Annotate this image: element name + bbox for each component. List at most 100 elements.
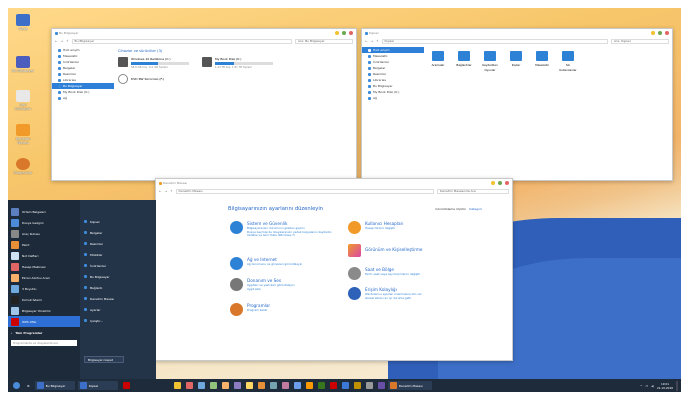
desktop-icon-control-panel[interactable]: Denetim Masası [11,124,35,145]
program-item[interactable]: WPS Ofisi [8,316,80,327]
place-item[interactable]: Belgeler [80,227,156,238]
desktop-icon-this-pc[interactable]: Bu Bilgisayar [11,56,35,73]
close-button[interactable] [505,181,509,185]
explorer-window-this-pc[interactable]: Bu Bilgisayar ← → ↑ Bu Bilgisayar Ara: B… [51,28,357,181]
up-arrow-icon[interactable]: ↑ [376,39,379,43]
pinned-app-icon[interactable] [197,382,205,389]
search-input[interactable]: Denetim Masasında Ara [437,188,509,194]
program-item[interactable]: Ekran Alıntısı Aracı [8,272,80,283]
place-item[interactable]: Çalıştır... [80,315,156,326]
pinned-app-icon[interactable] [221,382,229,389]
network-tray-icon[interactable]: ▭ [645,384,648,388]
forward-arrow-icon[interactable]: → [165,189,168,193]
pinned-app-icon[interactable] [353,382,361,389]
shutdown-button[interactable]: Bilgisayarı kapat [84,356,124,363]
clock[interactable]: 19:01 21.10.2016 [657,382,673,390]
address-field[interactable]: Bu Bilgisayar [71,38,292,44]
program-item[interactable]: Bilgisayar Yönetimi [8,305,80,316]
taskbar-app-control-panel[interactable]: Denetim Masası [387,381,432,390]
program-item[interactable]: Komut İstemi [8,294,80,305]
pinned-app-icon[interactable] [281,382,289,389]
folder-favorites[interactable]: Sık Kullanılanlar [558,51,578,72]
program-item[interactable]: Hesap Makinesi [8,261,80,272]
category-programs[interactable]: Programlar Program kaldır [230,303,342,316]
show-desktop-button[interactable] [676,380,678,391]
program-item[interactable]: Paint [8,239,80,250]
forward-arrow-icon[interactable]: → [371,39,374,43]
program-item[interactable]: Dosya Gezgini [8,217,80,228]
address-field[interactable]: Kişisel [381,38,608,44]
tray-chevron-icon[interactable]: ^ [640,384,643,388]
place-item[interactable]: Denetim Masası [80,293,156,304]
desktop-icon-masa[interactable]: Masa [11,14,35,31]
pinned-app-icon[interactable] [245,382,253,389]
category-user-accounts[interactable]: Kullanıcı Hesapları Hesap türünü değişti… [348,221,460,234]
taskbar-app-this-pc[interactable]: Bu Bilgisayar [34,381,75,390]
control-panel-window[interactable]: Denetim Masası ← → ↑ Denetim Masası Dene… [155,178,513,361]
pinned-app-icon[interactable] [329,382,337,389]
up-arrow-icon[interactable]: ↑ [66,39,69,43]
folder-links[interactable]: Bağlantılar [454,51,474,72]
pinned-app-icon[interactable] [305,382,313,389]
maximize-button[interactable] [658,31,662,35]
start-button[interactable] [11,381,22,390]
search-input[interactable]: Ara: Bu Bilgisayar [295,38,353,44]
drive-dvd[interactable]: DVD RW Sürücüsü (F:) [118,74,164,84]
pinned-app-icon[interactable] [317,382,325,389]
back-arrow-icon[interactable]: ← [365,39,368,43]
all-programs-button[interactable]: › Tüm Programlar [8,327,80,338]
program-item[interactable]: Not Defteri [8,250,80,261]
pinned-app-icon[interactable] [173,382,181,389]
pinned-app-icon[interactable] [233,382,241,389]
explorer-window-personal[interactable]: Kişisel ← → ↑ Kişisel Ara: Kişisel Hızlı… [361,28,673,181]
taskbar-app-personal[interactable]: Kişisel [77,381,118,390]
folder-contacts[interactable]: Kişiler [506,51,526,72]
start-search-input[interactable]: Programlarda ve dosyalarda ara [11,340,77,346]
close-button[interactable] [349,31,353,35]
pinned-app-icon[interactable] [185,382,193,389]
back-arrow-icon[interactable]: ← [159,189,162,193]
place-item[interactable]: Kişisel [80,216,156,227]
place-item[interactable]: Bu Bilgisayar [80,271,156,282]
category-system-security[interactable]: Sistem ve Güvenlik Bilgisayarınızın duru… [230,221,342,238]
place-item[interactable]: Ayarlar [80,304,156,315]
folder-searches[interactable]: Aramalar [428,51,448,72]
pinned-app-icon[interactable] [257,382,265,389]
forward-arrow-icon[interactable]: → [61,39,64,43]
category-hardware-sound[interactable]: Donanım ve Ses Aygıtları ve yazıcıları g… [230,278,342,291]
pinned-app-icon[interactable] [209,382,217,389]
nav-item-network[interactable]: Ağ [52,95,114,101]
drive-k[interactable]: My Book Disk (K:) 1,24 TB boş, 1,81 TB t… [202,57,280,69]
taskbar-app-media[interactable] [121,381,171,390]
place-item[interactable]: Bağlantı [80,282,156,293]
place-item[interactable]: Müzikler [80,249,156,260]
maximize-button[interactable] [342,31,346,35]
place-item[interactable]: İndirilenler [80,260,156,271]
folder-saved-games[interactable]: Kaydedilen Oyunlar [480,51,500,72]
minimize-button[interactable] [335,31,339,35]
program-item[interactable]: 3 Boyutlu [8,283,80,294]
settings-button[interactable]: ⚙ [25,381,32,390]
back-arrow-icon[interactable]: ← [55,39,58,43]
minimize-button[interactable] [651,31,655,35]
place-item[interactable]: Resimler [80,238,156,249]
view-by-dropdown[interactable]: Kategori [469,207,482,211]
drive-c[interactable]: Windows 10 Redstone (C:) 58,8 GB boş, 11… [118,57,196,69]
program-item[interactable]: Araç Kutusu [8,228,80,239]
category-clock-region[interactable]: Saat ve Bölge Tarih, saat veya sayı biçi… [348,267,460,280]
pinned-app-icon[interactable] [293,382,301,389]
minimize-button[interactable] [491,181,495,185]
pinned-app-icon[interactable] [377,382,385,389]
volume-icon[interactable]: ◂) [651,384,654,388]
up-arrow-icon[interactable]: ↑ [170,189,173,193]
category-ease-of-access[interactable]: Erişim Kolaylığı Windows'un ayarları öne… [348,287,460,300]
pinned-app-icon[interactable] [341,382,349,389]
pinned-app-icon[interactable] [269,382,277,389]
search-input[interactable]: Ara: Kişisel [611,38,669,44]
maximize-button[interactable] [498,181,502,185]
pinned-app-icon[interactable] [365,382,373,389]
close-button[interactable] [665,31,669,35]
folder-desktop[interactable]: Masaüstü [532,51,552,72]
desktop-icon-programs[interactable]: Programlar [11,158,35,175]
category-appearance[interactable]: Görünüm ve Kişiselleştirme [348,244,460,257]
